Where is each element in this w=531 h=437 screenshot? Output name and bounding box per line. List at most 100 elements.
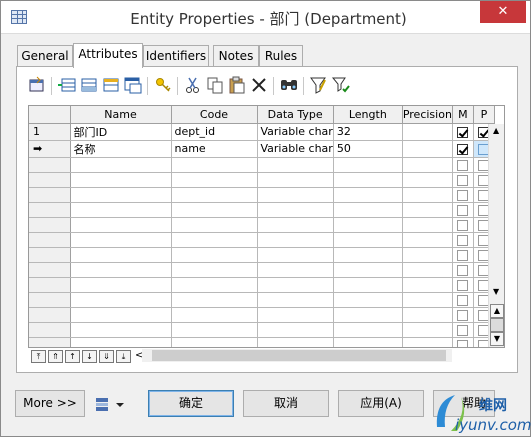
table-row-empty[interactable] bbox=[29, 187, 495, 203]
column-header-name[interactable]: Name bbox=[70, 106, 172, 124]
cell-length[interactable] bbox=[333, 337, 403, 347]
paste-icon[interactable] bbox=[227, 75, 247, 95]
mandatory-checkbox[interactable] bbox=[457, 126, 469, 138]
cell-code[interactable] bbox=[171, 337, 258, 347]
cell-name[interactable] bbox=[70, 232, 172, 248]
mandatory-checkbox[interactable] bbox=[457, 219, 469, 231]
column-header-length[interactable]: Length bbox=[333, 106, 403, 124]
tab-identifiers[interactable]: Identifiers bbox=[143, 45, 209, 67]
tab-rules[interactable]: Rules bbox=[259, 45, 303, 67]
reuse-attributes-icon[interactable] bbox=[123, 75, 143, 95]
cell-precision[interactable] bbox=[402, 307, 453, 323]
cell-data-type[interactable]: Variable char bbox=[257, 140, 334, 158]
table-row-empty[interactable] bbox=[29, 172, 495, 188]
cell-data-type[interactable] bbox=[257, 277, 334, 293]
cell-mandatory[interactable] bbox=[452, 247, 474, 263]
cell-data-type[interactable]: Variable char bbox=[257, 123, 334, 141]
table-row-empty[interactable] bbox=[29, 217, 495, 233]
filter-settings-icon[interactable] bbox=[331, 75, 351, 95]
cell-name[interactable] bbox=[70, 322, 172, 338]
delete-icon[interactable] bbox=[249, 75, 269, 95]
column-header-primary[interactable]: P bbox=[473, 106, 495, 124]
cell-code[interactable]: name bbox=[171, 140, 258, 158]
more-button[interactable]: More >> bbox=[15, 390, 85, 417]
attributes-grid[interactable]: Name Code Data Type Length Precision M P… bbox=[28, 105, 505, 348]
mandatory-checkbox[interactable] bbox=[457, 279, 469, 291]
cell-mandatory[interactable] bbox=[452, 232, 474, 248]
cell-data-type[interactable] bbox=[257, 202, 334, 218]
cell-name[interactable] bbox=[70, 187, 172, 203]
cell-code[interactable] bbox=[171, 202, 258, 218]
cell-precision[interactable] bbox=[402, 292, 453, 308]
cell-length[interactable] bbox=[333, 262, 403, 278]
horizontal-scrollbar[interactable] bbox=[142, 349, 452, 362]
mandatory-checkbox[interactable] bbox=[457, 324, 469, 336]
filter-icon[interactable] bbox=[309, 75, 329, 95]
cell-precision[interactable] bbox=[402, 202, 453, 218]
cell-mandatory[interactable] bbox=[452, 262, 474, 278]
mandatory-checkbox[interactable] bbox=[457, 264, 469, 276]
mandatory-checkbox[interactable] bbox=[457, 174, 469, 186]
table-row-empty[interactable] bbox=[29, 337, 495, 347]
move-up-icon[interactable]: ↑ bbox=[65, 350, 80, 363]
cancel-button[interactable]: 取消 bbox=[243, 390, 329, 417]
cell-name[interactable] bbox=[70, 307, 172, 323]
cell-precision[interactable] bbox=[402, 262, 453, 278]
cell-length[interactable] bbox=[333, 202, 403, 218]
cell-precision[interactable] bbox=[402, 157, 453, 173]
apply-button[interactable]: 应用(A) bbox=[338, 390, 424, 417]
scroll-down-icon[interactable]: ▼ bbox=[490, 332, 504, 346]
cell-name[interactable] bbox=[70, 247, 172, 263]
scroll-thumb[interactable] bbox=[490, 318, 504, 332]
new-key-icon[interactable] bbox=[153, 75, 173, 95]
cell-name[interactable] bbox=[70, 172, 172, 188]
mandatory-checkbox[interactable] bbox=[457, 204, 469, 216]
move-down-icon[interactable]: ↓ bbox=[82, 350, 97, 363]
cell-length[interactable] bbox=[333, 232, 403, 248]
cell-code[interactable] bbox=[171, 262, 258, 278]
table-row[interactable]: ➡ 名称 name Variable char 50 bbox=[29, 140, 495, 158]
cell-precision[interactable] bbox=[402, 172, 453, 188]
column-header-precision[interactable]: Precision bbox=[402, 106, 453, 124]
move-page-down-icon[interactable]: ⇓ bbox=[99, 350, 114, 363]
move-top-icon[interactable]: ⤒ bbox=[31, 350, 46, 363]
cell-code[interactable] bbox=[171, 247, 258, 263]
cell-data-type[interactable] bbox=[257, 337, 334, 347]
insert-row-icon[interactable] bbox=[57, 75, 77, 95]
move-bottom-icon[interactable]: ⤓ bbox=[116, 350, 131, 363]
cell-length[interactable] bbox=[333, 217, 403, 233]
close-window-button[interactable]: ✕ bbox=[480, 1, 526, 23]
mandatory-checkbox[interactable] bbox=[457, 159, 469, 171]
table-row-empty[interactable] bbox=[29, 247, 495, 263]
cell-precision[interactable] bbox=[402, 217, 453, 233]
cell-mandatory[interactable] bbox=[452, 202, 474, 218]
cell-code[interactable] bbox=[171, 322, 258, 338]
cell-length[interactable] bbox=[333, 172, 403, 188]
cell-mandatory[interactable] bbox=[452, 307, 474, 323]
cell-name[interactable] bbox=[70, 157, 172, 173]
scroll-up-icon[interactable]: ▲ bbox=[490, 304, 504, 318]
cell-data-type[interactable] bbox=[257, 247, 334, 263]
cell-code[interactable] bbox=[171, 292, 258, 308]
cell-length[interactable] bbox=[333, 307, 403, 323]
mandatory-checkbox[interactable] bbox=[457, 143, 469, 155]
table-row-empty[interactable] bbox=[29, 157, 495, 173]
scroll-arrow-up-icon[interactable]: ▲ bbox=[493, 126, 499, 135]
cell-precision[interactable] bbox=[402, 277, 453, 293]
cell-code[interactable] bbox=[171, 232, 258, 248]
cell-data-type[interactable] bbox=[257, 262, 334, 278]
cell-length[interactable] bbox=[333, 277, 403, 293]
cell-data-type[interactable] bbox=[257, 157, 334, 173]
table-row-empty[interactable] bbox=[29, 322, 495, 338]
cell-length[interactable] bbox=[333, 187, 403, 203]
cell-data-type[interactable] bbox=[257, 322, 334, 338]
cell-code[interactable] bbox=[171, 217, 258, 233]
cell-name[interactable] bbox=[70, 337, 172, 347]
ok-button[interactable]: 确定 bbox=[148, 390, 234, 417]
mandatory-checkbox[interactable] bbox=[457, 249, 469, 261]
add-row-icon[interactable] bbox=[79, 75, 99, 95]
cell-code[interactable] bbox=[171, 277, 258, 293]
find-icon[interactable] bbox=[279, 75, 299, 95]
cell-data-type[interactable] bbox=[257, 217, 334, 233]
menu-dropdown-button[interactable] bbox=[94, 396, 128, 414]
